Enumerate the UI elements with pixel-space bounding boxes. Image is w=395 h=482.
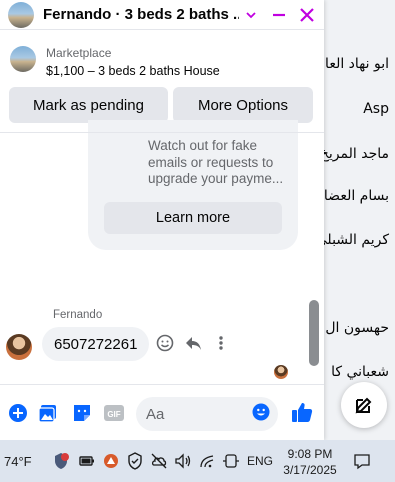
close-icon[interactable] [299, 7, 315, 23]
listing-thumbnail[interactable] [10, 46, 36, 72]
chat-title[interactable]: Fernando · 3 beds 2 baths ... [43, 6, 239, 23]
emoji-icon[interactable] [252, 403, 270, 421]
learn-more-button[interactable]: Learn more [104, 202, 282, 234]
contact-name[interactable]: بسام العضا [324, 188, 389, 204]
gif-icon[interactable]: GIF [103, 403, 125, 423]
cloud-off-icon[interactable] [150, 452, 168, 470]
clock-date: 3/17/2025 [283, 463, 337, 477]
more-options-button[interactable]: More Options [173, 87, 313, 123]
wifi-icon[interactable] [198, 452, 216, 470]
chat-window: Fernando · 3 beds 2 baths ... Marketplac… [0, 0, 324, 440]
message-bubble[interactable]: 6507272261 [42, 327, 150, 361]
sticker-icon[interactable] [72, 403, 92, 423]
security-icon[interactable] [126, 452, 144, 470]
language-indicator[interactable]: ENG [247, 454, 273, 468]
clock-time: 9:08 PM [287, 447, 333, 461]
react-icon[interactable] [156, 334, 174, 352]
contact-name[interactable]: حهسون ال [325, 320, 389, 336]
read-receipt-avatar [274, 365, 288, 379]
weather-temperature[interactable]: 74°F [4, 454, 32, 469]
composer: GIF [0, 384, 324, 440]
photo-icon[interactable] [38, 403, 58, 423]
contact-name[interactable]: كريم الشبلي [316, 232, 389, 248]
sender-avatar[interactable] [6, 334, 32, 360]
sender-name: Fernando [53, 309, 103, 321]
svg-text:GIF: GIF [107, 410, 120, 419]
chevron-down-icon[interactable] [245, 9, 257, 21]
scrollbar-thumb[interactable] [309, 300, 319, 366]
plus-icon[interactable] [8, 403, 28, 423]
new-message-button[interactable] [341, 382, 387, 428]
compose-icon [355, 397, 372, 414]
listing-title[interactable]: $1,100 – 3 beds 2 baths House [46, 64, 220, 78]
notification-icon[interactable] [353, 452, 371, 475]
more-actions-icon[interactable] [214, 334, 228, 352]
device-icon[interactable] [222, 452, 240, 470]
minimize-icon[interactable] [271, 7, 287, 23]
reply-icon[interactable] [184, 334, 202, 352]
contact-name[interactable]: ماجد المريخ [320, 146, 389, 162]
contact-name[interactable]: Asp [363, 101, 389, 117]
contact-name[interactable]: شعباني كا [331, 364, 389, 380]
chat-header[interactable]: Fernando · 3 beds 2 baths ... [0, 0, 324, 30]
app-tray-icon[interactable] [102, 452, 120, 470]
shield-alert-icon[interactable] [52, 452, 70, 470]
taskbar: 74°F ENG 9:08 PM 3/17/2025 [0, 440, 395, 482]
battery-icon[interactable] [78, 452, 96, 470]
marketplace-label: Marketplace [46, 46, 112, 60]
like-icon[interactable] [291, 401, 313, 423]
safety-notice-card: Watch out for fake emails or requests to… [88, 120, 298, 250]
listing-divider [0, 132, 324, 133]
mark-as-pending-button[interactable]: Mark as pending [9, 87, 168, 123]
listing-avatar [8, 1, 34, 28]
safety-notice-text: Watch out for fake emails or requests to… [148, 138, 284, 186]
contact-name[interactable]: ابو نهاد العا [325, 56, 389, 72]
clock[interactable]: 9:08 PM 3/17/2025 [283, 446, 337, 478]
volume-icon[interactable] [174, 452, 192, 470]
